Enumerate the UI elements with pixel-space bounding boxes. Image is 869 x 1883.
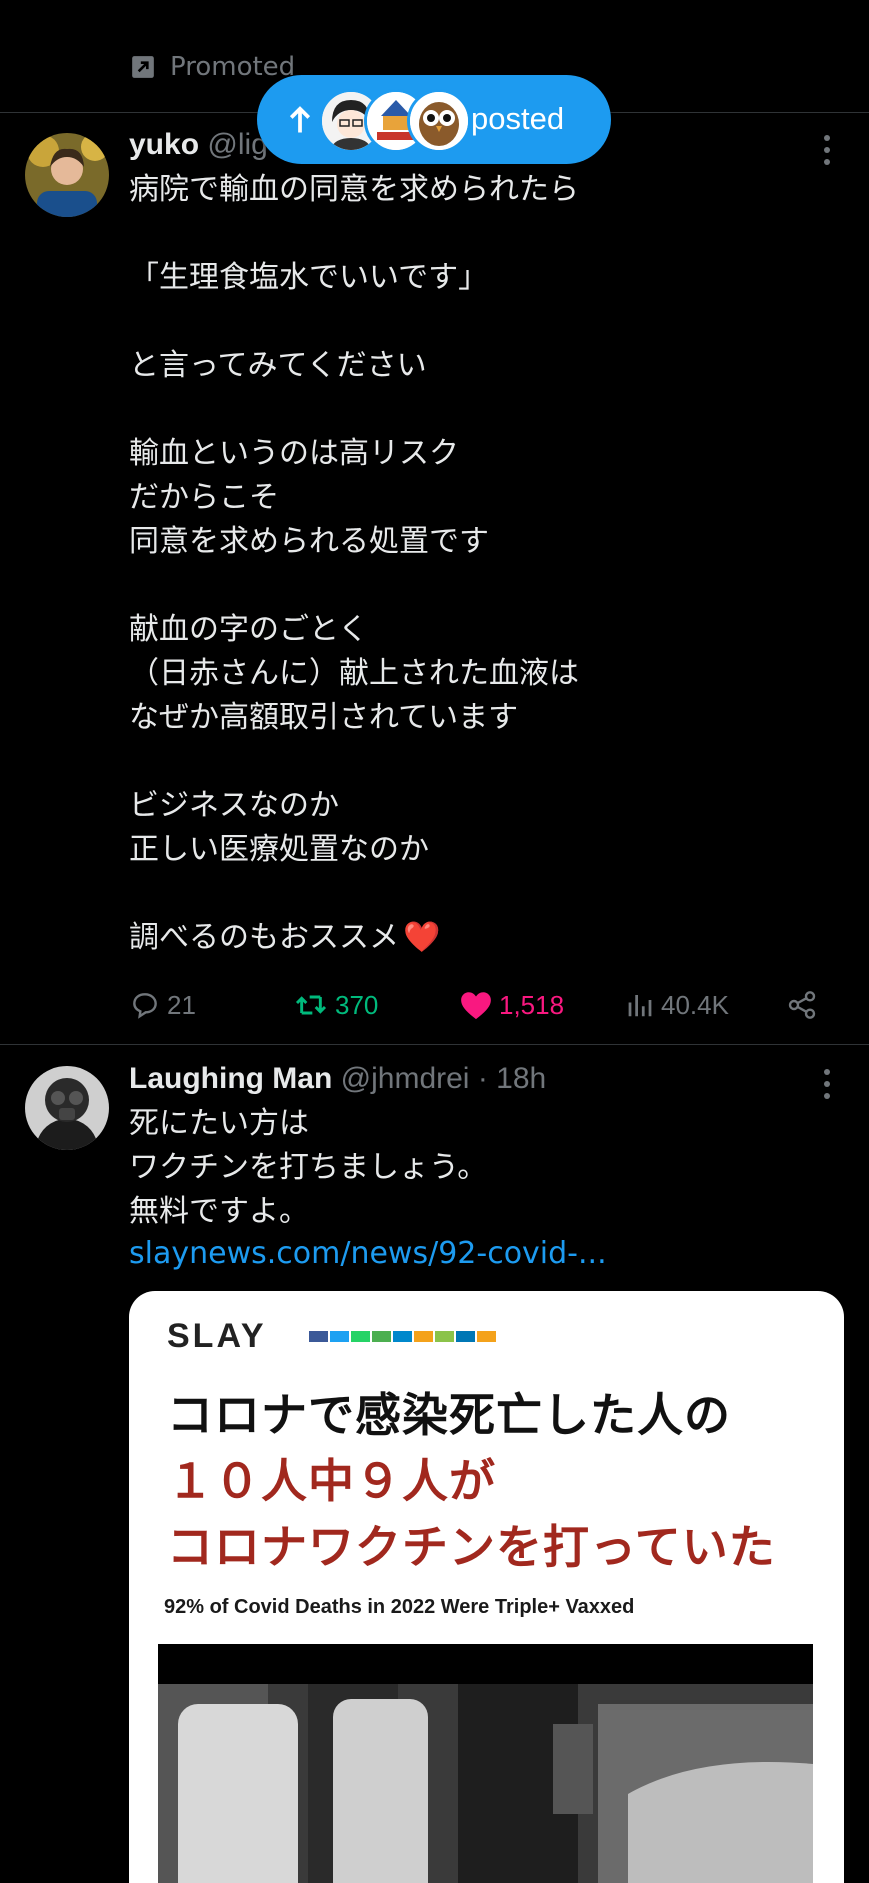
link-card[interactable]: SLAY コロナで感染死亡した人の １０人中９人が コロナワクチンを打っていた … (129, 1291, 844, 1883)
repost-count: 370 (335, 989, 379, 1020)
user-handle[interactable]: @jhmdrei (341, 1062, 470, 1095)
action-bar: 21 370 1,518 40.4K (129, 985, 829, 1025)
article-link[interactable]: slaynews.com/news/92-covid-... (129, 1236, 607, 1271)
share-icon (788, 991, 816, 1019)
pill-label: posted (471, 101, 565, 136)
card-headline-1: コロナで感染死亡した人の (167, 1388, 731, 1442)
promoted-arrow-icon (132, 56, 154, 78)
arrow-up-icon (289, 105, 311, 132)
reply-button[interactable]: 21 (129, 985, 196, 1025)
avatar (407, 89, 471, 153)
divider (0, 1044, 869, 1045)
analytics-icon (628, 995, 652, 1017)
brand-text: SLAY (167, 1317, 267, 1355)
display-name[interactable]: Laughing Man (129, 1062, 332, 1095)
repost-button[interactable]: 370 (293, 985, 378, 1025)
reply-icon (133, 993, 157, 1019)
views-button[interactable]: 40.4K (625, 985, 729, 1025)
article-photo (158, 1644, 813, 1883)
display-name[interactable]: yuko (129, 128, 199, 161)
avatar[interactable] (25, 133, 109, 217)
heart-emoji: ❤️ (403, 920, 441, 955)
tweet-text: 病院で輸血の同意を求められたら 「生理食塩水でいいです」 と言ってみてください … (129, 168, 829, 960)
timestamp[interactable]: · 18h (478, 1062, 546, 1095)
share-button[interactable] (785, 985, 825, 1025)
like-button[interactable]: 1,518 (459, 985, 564, 1025)
tweet-body: 病院で輸血の同意を求められたら 「生理食塩水でいいです」 と言ってみてください … (129, 172, 579, 955)
card-headline-3: コロナワクチンを打っていた (167, 1520, 776, 1574)
share-icons-strip (309, 1331, 498, 1342)
card-headline-2: １０人中９人が (167, 1454, 496, 1508)
card-subtitle: 92% of Covid Deaths in 2022 Were Triple+… (164, 1596, 635, 1618)
new-posts-pill[interactable]: posted (257, 75, 611, 164)
brand-logo: SLAY (167, 1317, 267, 1356)
promoted-text: Promoted (170, 52, 296, 82)
tweet-header: Laughing Man @jhmdrei · 18h (129, 1062, 546, 1096)
heart-icon (461, 992, 491, 1020)
more-options-icon[interactable] (815, 132, 839, 168)
view-count: 40.4K (661, 989, 729, 1020)
more-options-icon[interactable] (815, 1066, 839, 1102)
promoted-label: Promoted (130, 52, 295, 82)
like-count: 1,518 (499, 989, 565, 1020)
repost-icon (295, 995, 327, 1015)
tweet-header: yuko @lig (129, 128, 268, 162)
reply-count: 21 (167, 989, 196, 1020)
avatar[interactable] (25, 1066, 109, 1150)
tweet-text: 死にたい方は ワクチンを打ちましょう。 無料ですよ。 (129, 1106, 488, 1229)
